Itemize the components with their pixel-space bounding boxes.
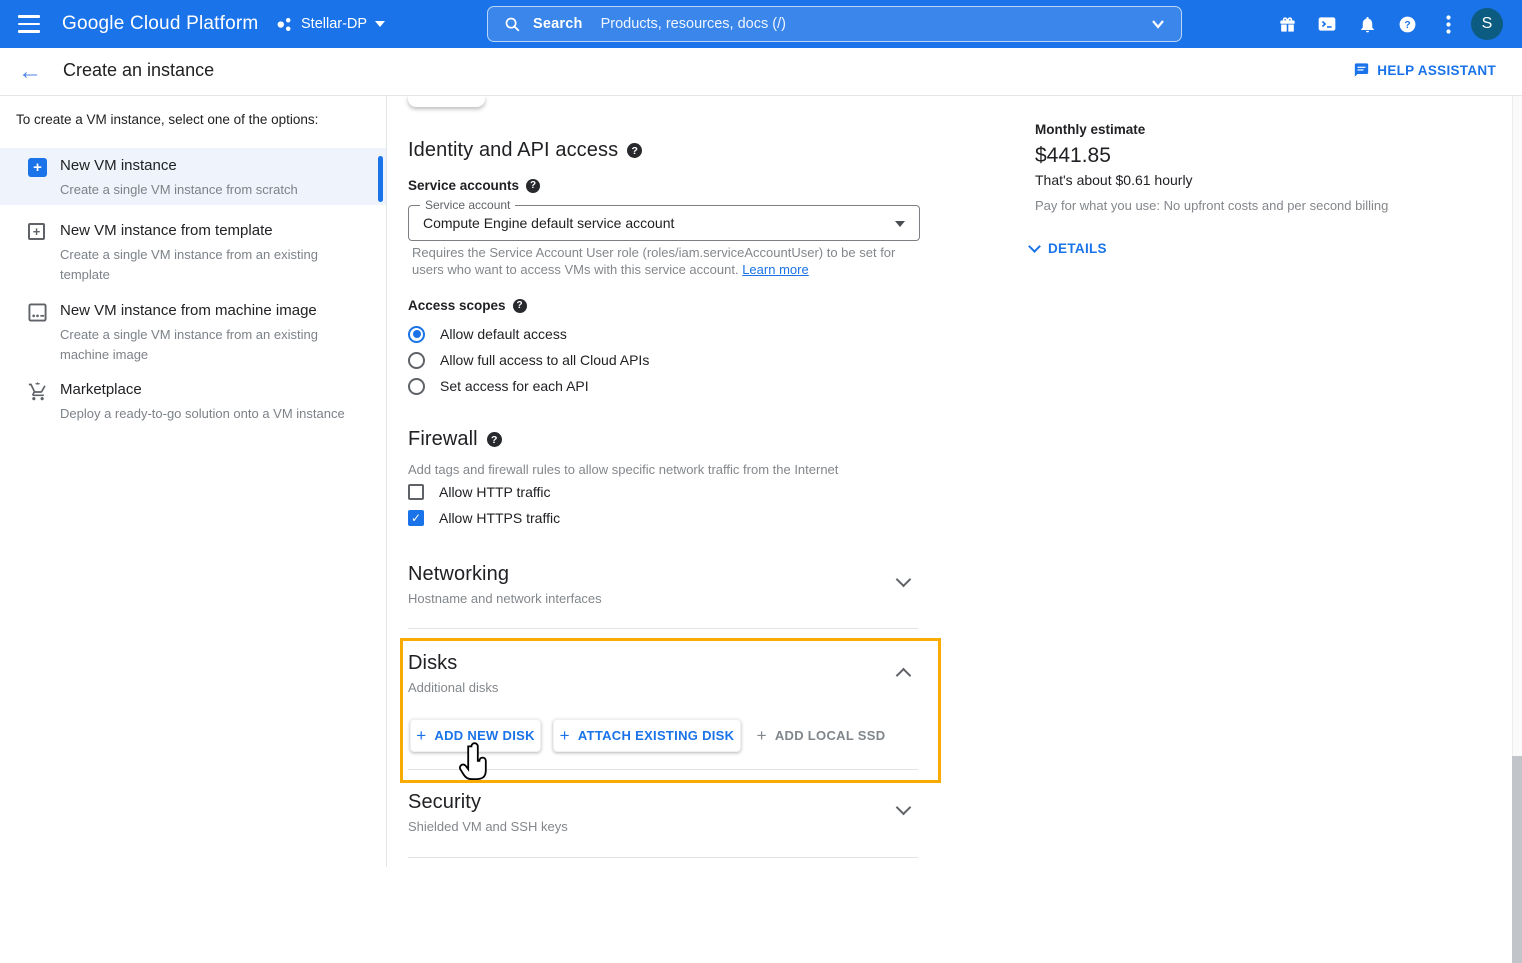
back-arrow-icon[interactable]: ← <box>16 58 44 86</box>
sidebar-item-new-vm-from-machine-image[interactable]: New VM instance from machine image Creat… <box>0 293 386 365</box>
networking-section-subtitle: Hostname and network interfaces <box>408 591 602 606</box>
firewall-description: Add tags and firewall rules to allow spe… <box>408 462 838 477</box>
help-question-icon[interactable]: ? <box>526 179 540 193</box>
page-header: ← Create an instance HELP ASSISTANT <box>0 48 1522 96</box>
notifications-bell-icon[interactable] <box>1355 12 1379 36</box>
disks-section-title: Disks <box>408 652 457 675</box>
gift-icon[interactable] <box>1275 12 1299 36</box>
radio-set-access-each-api[interactable]: Set access for each API <box>408 376 589 396</box>
radio-allow-default-access[interactable]: Allow default access <box>408 324 567 344</box>
help-question-icon[interactable]: ? <box>627 143 642 158</box>
chevron-down-icon <box>375 21 385 27</box>
sidebar-intro-text: To create a VM instance, select one of t… <box>16 112 376 127</box>
add-new-disk-button[interactable]: ADD NEW DISK <box>410 719 541 752</box>
service-account-select[interactable]: Service account Compute Engine default s… <box>408 205 920 241</box>
firewall-section-heading: Firewall ? <box>408 428 502 451</box>
sidebar-item-new-vm-from-template[interactable]: + New VM instance from template Create a… <box>0 213 386 285</box>
service-account-helper: Requires the Service Account User role (… <box>412 245 917 278</box>
plus-icon <box>416 726 426 746</box>
checkbox-allow-https[interactable]: Allow HTTPS traffic <box>408 508 560 528</box>
menu-icon[interactable] <box>18 15 42 33</box>
chat-icon <box>1353 62 1370 78</box>
security-section-title: Security <box>408 791 481 814</box>
search-icon <box>504 16 521 33</box>
options-sidebar: To create a VM instance, select one of t… <box>0 96 386 867</box>
checkbox-icon <box>408 484 424 500</box>
cloud-shell-icon[interactable] <box>1315 12 1339 36</box>
product-logo[interactable]: Google Cloud Platform <box>62 0 258 48</box>
selected-indicator <box>378 156 383 202</box>
monthly-estimate-label: Monthly estimate <box>1035 122 1145 137</box>
hourly-estimate: That's about $0.61 hourly <box>1035 172 1193 188</box>
service-account-field-label: Service account <box>420 198 515 212</box>
attach-existing-disk-button[interactable]: ATTACH EXISTING DISK <box>553 719 741 752</box>
security-section-subtitle: Shielded VM and SSH keys <box>408 819 568 834</box>
service-account-value: Compute Engine default service account <box>423 215 674 231</box>
disks-highlight-box <box>400 638 941 783</box>
scrollbar-track[interactable] <box>1512 96 1522 867</box>
radio-selected-icon <box>408 326 425 343</box>
help-assistant-button[interactable]: HELP ASSISTANT <box>1353 62 1496 78</box>
avatar[interactable]: S <box>1471 8 1503 40</box>
identity-section-heading: Identity and API access ? <box>408 139 642 162</box>
template-icon: + <box>28 223 48 243</box>
networking-section-title: Networking <box>408 563 509 586</box>
search-input[interactable]: Search Products, resources, docs (/) <box>487 6 1182 42</box>
help-question-icon[interactable]: ? <box>513 299 527 313</box>
marketplace-cart-icon <box>28 382 48 402</box>
sidebar-divider <box>386 96 387 867</box>
add-local-ssd-button[interactable]: ADD LOCAL SSD <box>756 719 886 752</box>
section-divider <box>408 857 918 858</box>
billing-note: Pay for what you use: No upfront costs a… <box>1035 198 1388 213</box>
security-expand-chevron-icon[interactable] <box>896 800 912 816</box>
access-scopes-label: Access scopes ? <box>408 298 527 313</box>
radio-icon <box>408 378 425 395</box>
clipped-button[interactable] <box>408 96 485 107</box>
chevron-down-icon <box>1028 240 1041 253</box>
radio-allow-full-access[interactable]: Allow full access to all Cloud APIs <box>408 350 649 370</box>
monthly-estimate-price: $441.85 <box>1035 144 1111 168</box>
sidebar-item-marketplace[interactable]: Marketplace Deploy a ready-to-go solutio… <box>0 372 386 424</box>
project-icon <box>276 16 293 33</box>
learn-more-link[interactable]: Learn more <box>742 262 808 277</box>
checkbox-allow-http[interactable]: Allow HTTP traffic <box>408 482 551 502</box>
scrollbar-thumb[interactable] <box>1512 756 1522 963</box>
networking-expand-chevron-icon[interactable] <box>896 572 912 588</box>
service-accounts-label: Service accounts ? <box>408 178 540 193</box>
checkbox-checked-icon <box>408 510 424 526</box>
radio-icon <box>408 352 425 369</box>
search-label: Search <box>533 16 583 32</box>
sidebar-item-new-vm-instance[interactable]: + New VM instance Create a single VM ins… <box>0 148 386 205</box>
help-question-icon[interactable]: ? <box>487 432 502 447</box>
project-name: Stellar-DP <box>301 16 367 32</box>
plus-icon <box>757 726 767 746</box>
section-divider <box>408 628 918 629</box>
chevron-down-icon[interactable] <box>1151 19 1165 29</box>
dropdown-caret-icon <box>895 221 905 227</box>
more-vert-icon[interactable] <box>1436 12 1460 36</box>
search-placeholder: Products, resources, docs (/) <box>601 16 786 32</box>
section-divider <box>408 769 918 770</box>
disks-section-subtitle: Additional disks <box>408 680 498 695</box>
help-icon[interactable]: ? <box>1395 12 1419 36</box>
add-box-icon: + <box>28 158 48 178</box>
project-selector[interactable]: Stellar-DP <box>276 0 385 48</box>
details-button[interactable]: DETAILS <box>1030 241 1107 256</box>
machine-image-icon <box>28 303 48 323</box>
top-bar: Google Cloud Platform Stellar-DP Search … <box>0 0 1522 48</box>
svg-text:?: ? <box>1404 20 1410 31</box>
page-title: Create an instance <box>63 60 214 81</box>
plus-icon <box>560 726 570 746</box>
